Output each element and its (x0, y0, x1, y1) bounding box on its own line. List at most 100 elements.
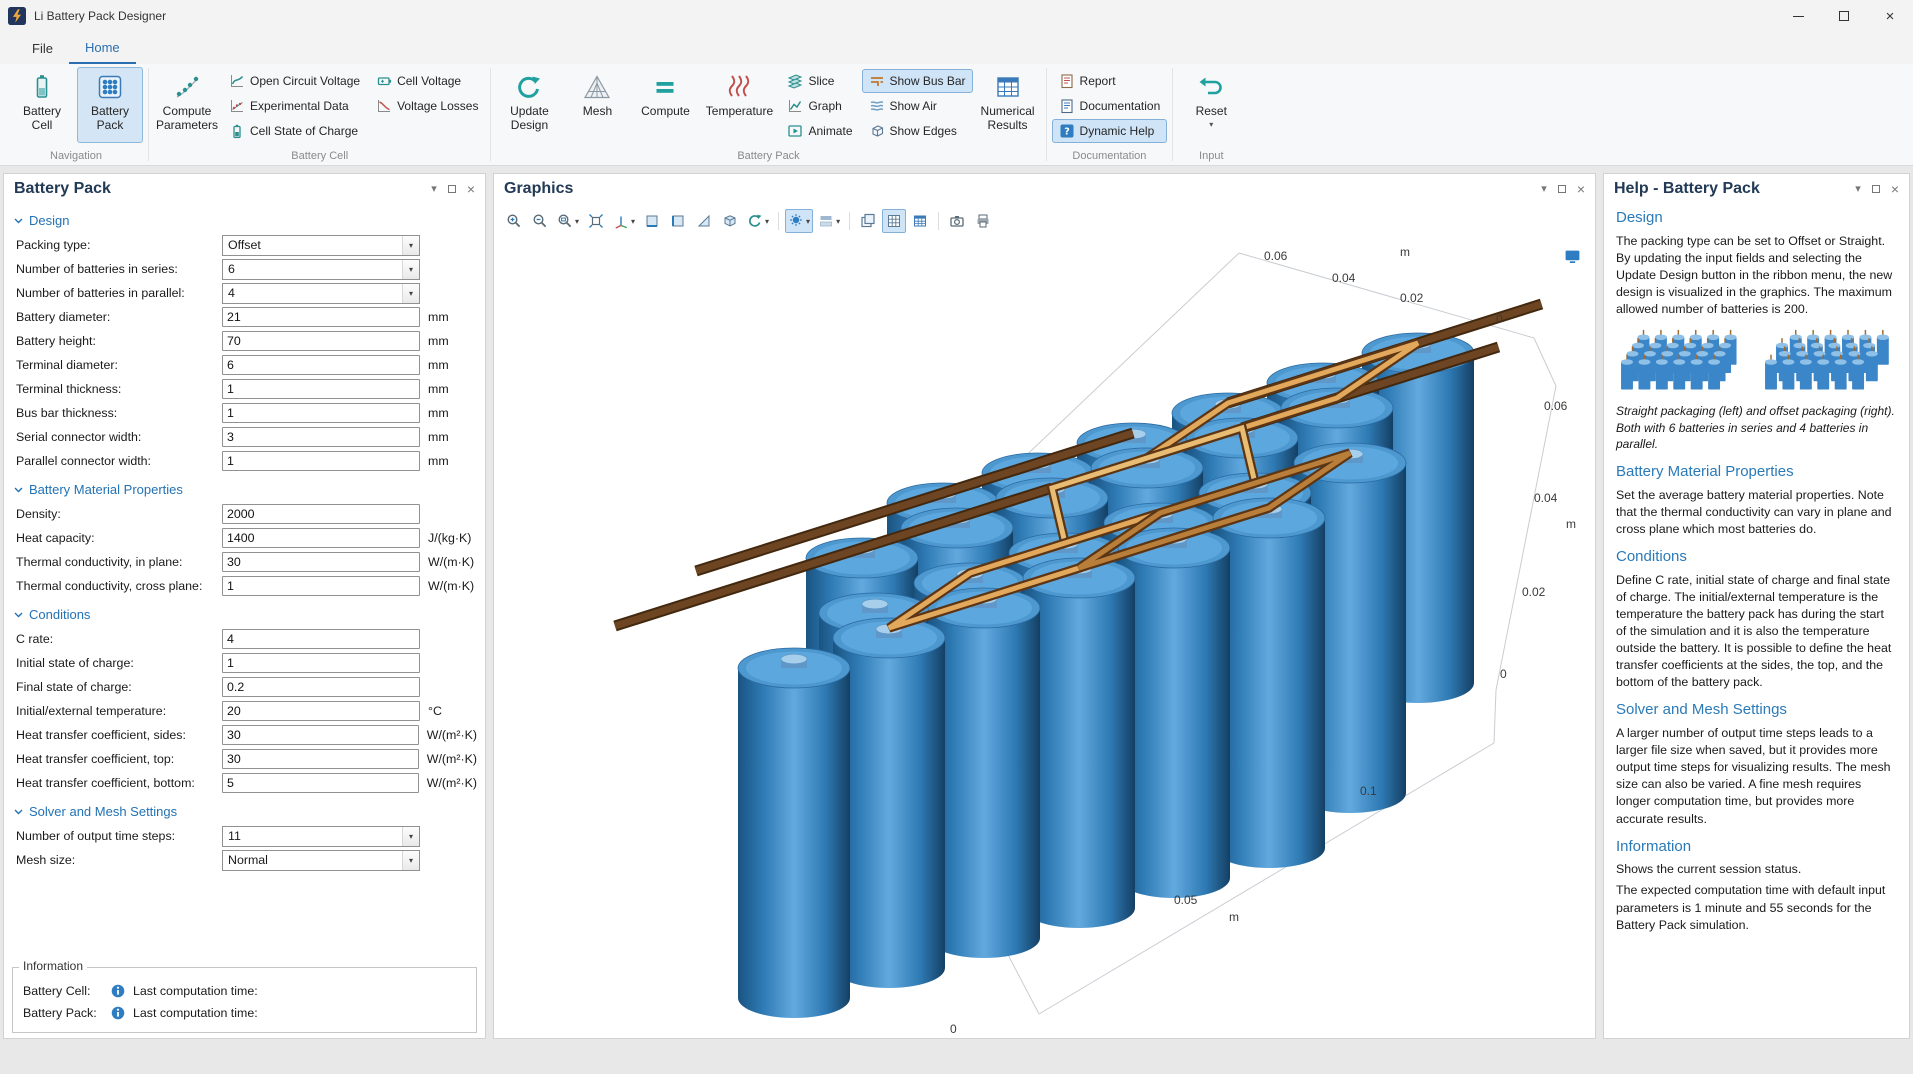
print-button[interactable] (971, 209, 995, 233)
group-label: Documentation (1047, 149, 1173, 165)
field-input[interactable] (222, 528, 420, 548)
field-input[interactable] (222, 403, 420, 423)
field-input[interactable] (222, 576, 420, 596)
show-air-button[interactable]: Show Air (862, 94, 973, 118)
section-header[interactable]: Battery Material Properties (4, 473, 485, 502)
show-edges-button[interactable]: Show Edges (862, 119, 973, 143)
view-options-button[interactable]: ▾ (815, 209, 843, 233)
slice-button[interactable]: Slice (780, 69, 859, 93)
compute-parameters-button[interactable]: Compute Parameters (154, 67, 220, 143)
field-unit: mm (428, 382, 449, 396)
battery-cell-button[interactable]: Battery Cell (9, 67, 75, 143)
graph-button[interactable]: Graph (780, 94, 859, 118)
scene-light-button[interactable]: ▾ (785, 209, 813, 233)
open-circuit-voltage-button[interactable]: Open Circuit Voltage (222, 69, 367, 93)
close-icon[interactable]: × (467, 182, 475, 196)
float-window-icon[interactable] (1558, 185, 1566, 193)
field-input[interactable] (222, 331, 420, 351)
field-select[interactable]: Offset▾ (222, 235, 420, 256)
svg-text:0.04: 0.04 (1332, 271, 1356, 285)
close-button[interactable]: × (1867, 0, 1913, 32)
field-input[interactable] (222, 451, 420, 471)
chevron-down-icon[interactable]: ▾ (402, 236, 419, 255)
field-input[interactable] (222, 629, 420, 649)
menu-file[interactable]: File (16, 32, 69, 64)
chevron-down-icon[interactable]: ▾ (1855, 184, 1861, 195)
graphics-context-icon[interactable] (1564, 248, 1581, 265)
mesh-button[interactable]: Mesh (564, 67, 630, 143)
field-input[interactable] (222, 355, 420, 375)
chevron-down-icon[interactable]: ▾ (402, 284, 419, 303)
menu-home[interactable]: Home (69, 32, 136, 64)
zoom-extents-button[interactable] (584, 209, 608, 233)
report-button[interactable]: Report (1052, 69, 1168, 93)
close-icon[interactable]: × (1577, 182, 1585, 196)
field-select[interactable]: 6▾ (222, 259, 420, 280)
chevron-down-icon[interactable]: ▾ (431, 184, 437, 195)
section-header[interactable]: Solver and Mesh Settings (4, 795, 485, 824)
chevron-down-icon[interactable]: ▾ (1541, 184, 1547, 195)
animate-button[interactable]: Animate (780, 119, 859, 143)
form-row: Packing type:Offset▾ (4, 233, 485, 257)
new-window-button[interactable] (856, 209, 880, 233)
zoom-box-button[interactable]: ▾ (554, 209, 582, 233)
zoom-in-button[interactable] (502, 209, 526, 233)
field-input[interactable] (222, 379, 420, 399)
field-select[interactable]: 11▾ (222, 826, 420, 847)
field-input[interactable] (222, 701, 420, 721)
snapshot-button[interactable] (945, 209, 969, 233)
field-input[interactable] (222, 552, 420, 572)
reset-button[interactable]: Reset ▾ (1178, 67, 1244, 143)
dynamic-help-button[interactable]: ? Dynamic Help (1052, 119, 1168, 143)
update-design-button[interactable]: Update Design (496, 67, 562, 143)
field-input[interactable] (222, 725, 419, 745)
maximize-button[interactable] (1821, 0, 1867, 32)
float-window-icon[interactable] (1872, 185, 1880, 193)
table-button[interactable] (908, 209, 932, 233)
field-input[interactable] (222, 504, 420, 524)
battery-pack-3d-view[interactable]: 0.060.040.020m0.060.04m0.0200.10.05m0 (494, 238, 1595, 1038)
field-select[interactable]: 4▾ (222, 283, 420, 304)
field-input[interactable] (222, 749, 419, 769)
chevron-down-icon[interactable]: ▾ (402, 827, 419, 846)
view-xz-button[interactable] (692, 209, 716, 233)
grid-button[interactable] (882, 209, 906, 233)
compute-button[interactable]: Compute (632, 67, 698, 143)
field-input[interactable] (222, 307, 420, 327)
help-heading-design: Design (1616, 208, 1897, 229)
default-view-button[interactable] (718, 209, 742, 233)
chevron-down-icon[interactable]: ▾ (765, 217, 769, 226)
help-heading-material: Battery Material Properties (1616, 462, 1897, 483)
field-select[interactable]: Normal▾ (222, 850, 420, 871)
cell-voltage-button[interactable]: Cell Voltage (369, 69, 485, 93)
chevron-down-icon[interactable]: ▾ (806, 217, 810, 226)
field-input[interactable] (222, 773, 419, 793)
refresh-button[interactable]: ▾ (744, 209, 772, 233)
chevron-down-icon[interactable]: ▾ (402, 851, 419, 870)
chevron-down-icon[interactable]: ▾ (402, 260, 419, 279)
section-header[interactable]: Conditions (4, 598, 485, 627)
float-window-icon[interactable] (448, 185, 456, 193)
documentation-button[interactable]: Documentation (1052, 94, 1168, 118)
field-input[interactable] (222, 427, 420, 447)
view-yz-button[interactable] (666, 209, 690, 233)
view-xy-button[interactable] (640, 209, 664, 233)
field-input[interactable] (222, 653, 420, 673)
experimental-data-button[interactable]: Experimental Data (222, 94, 367, 118)
orientation-button[interactable]: ▾ (610, 209, 638, 233)
show-bus-bar-button[interactable]: Show Bus Bar (862, 69, 973, 93)
chevron-down-icon[interactable]: ▾ (575, 217, 579, 226)
zoom-out-button[interactable] (528, 209, 552, 233)
temperature-button[interactable]: Temperature (700, 67, 778, 143)
chevron-down-icon[interactable]: ▾ (836, 217, 840, 226)
graphics-canvas[interactable]: 0.060.040.020m0.060.04m0.0200.10.05m0 (494, 238, 1595, 1038)
minimize-button[interactable] (1775, 0, 1821, 32)
field-input[interactable] (222, 677, 420, 697)
battery-pack-button[interactable]: Battery Pack (77, 67, 143, 143)
cell-state-of-charge-button[interactable]: Cell State of Charge (222, 119, 367, 143)
section-header[interactable]: Design (4, 204, 485, 233)
voltage-losses-button[interactable]: Voltage Losses (369, 94, 485, 118)
close-icon[interactable]: × (1891, 182, 1899, 196)
numerical-results-button[interactable]: Numerical Results (975, 67, 1041, 143)
chevron-down-icon[interactable]: ▾ (631, 217, 635, 226)
